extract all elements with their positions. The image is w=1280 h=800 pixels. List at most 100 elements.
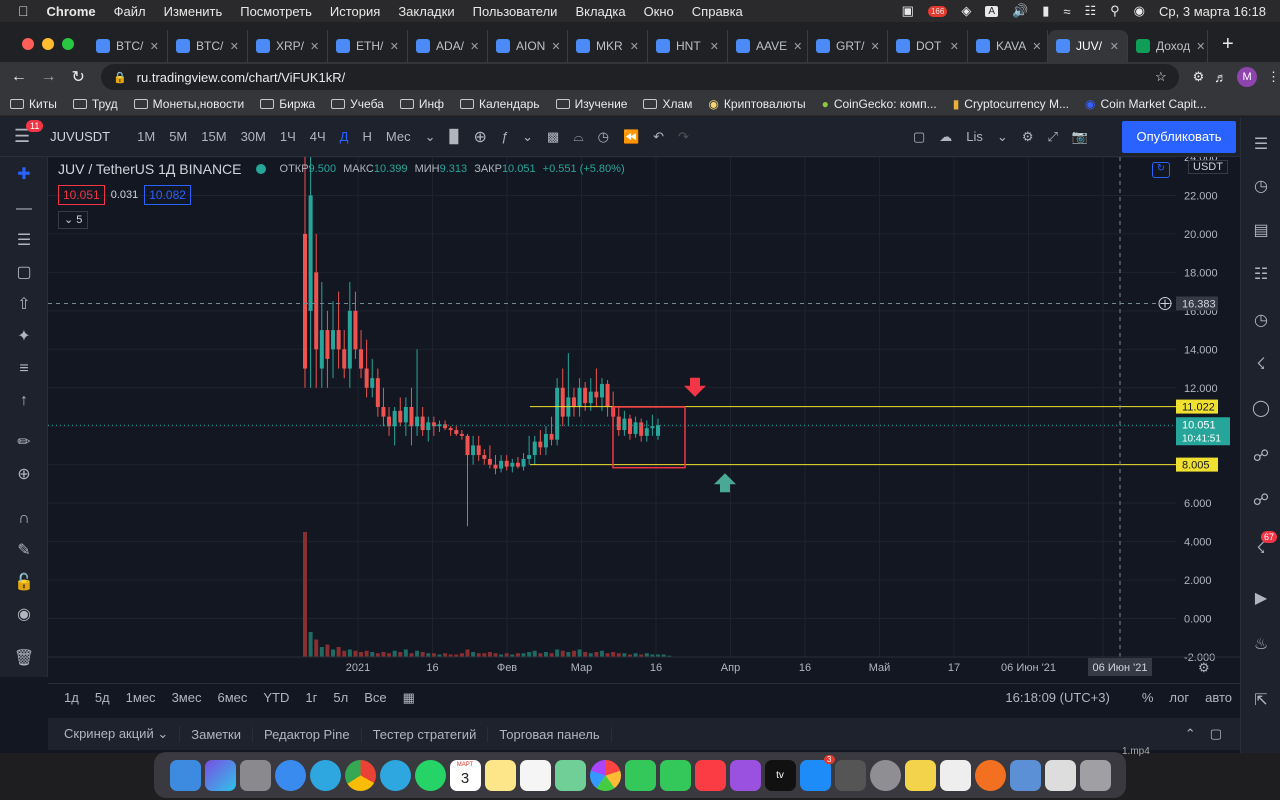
tab-pine-editor[interactable]: Редактор Pine xyxy=(253,726,362,742)
tab-1[interactable]: BTC/ ✕ xyxy=(168,30,248,62)
chrome-menu-icon[interactable]: ⋮ xyxy=(1267,69,1280,85)
close-tab-icon[interactable]: ✕ xyxy=(551,40,560,53)
pattern-icon[interactable]: ⇧ xyxy=(12,293,36,317)
close-tab-icon[interactable]: ✕ xyxy=(710,40,719,53)
facetime-icon[interactable] xyxy=(659,759,691,791)
chrome-icon[interactable] xyxy=(344,759,376,791)
bookmark-folder[interactable]: Хлам xyxy=(643,97,692,111)
notifications-icon[interactable]: ☇ 67 xyxy=(1249,531,1278,561)
clock-time[interactable]: 16:18:09 (UTC+3) xyxy=(997,690,1117,705)
bookmark-link[interactable]: ▮ Cryptocurrency M... xyxy=(953,97,1069,111)
watchlist-icon[interactable]: ☰ xyxy=(1249,133,1273,157)
fullscreen-layout-icon[interactable]: ▢ xyxy=(906,129,932,145)
tab-6[interactable]: MKR ✕ xyxy=(568,30,648,62)
compare-add-icon[interactable]: ⊕ xyxy=(467,127,494,147)
bookmark-folder[interactable]: Монеты,новости xyxy=(133,97,244,111)
reminders-icon[interactable] xyxy=(519,759,551,791)
chevron-down-icon[interactable]: ⌄ xyxy=(515,129,540,145)
log-toggle[interactable]: лог xyxy=(1161,690,1197,705)
safari-icon[interactable] xyxy=(274,759,306,791)
calendar-icon[interactable]: ◷ xyxy=(1249,309,1273,333)
apple-icon[interactable]:  xyxy=(18,3,29,19)
close-tab-icon[interactable]: ✕ xyxy=(950,40,959,53)
calculator-icon[interactable] xyxy=(834,759,866,791)
camera-icon[interactable]: 📷 xyxy=(1065,129,1095,145)
arrow-up-icon[interactable]: ↑ xyxy=(12,389,36,413)
dropbox-icon[interactable]: ◈ xyxy=(961,3,971,19)
range-1[interactable]: 5д xyxy=(87,690,118,705)
alerts-clock-icon[interactable]: ◷ xyxy=(1249,175,1273,199)
interval-2[interactable]: 15М xyxy=(194,129,233,144)
alert-icon[interactable]: ◷ xyxy=(591,129,616,145)
lock-icon[interactable]: 🔓 xyxy=(12,571,36,595)
tab-trading-panel[interactable]: Торговая панель xyxy=(488,726,612,742)
profile-avatar[interactable]: M xyxy=(1237,67,1258,87)
menu-bookmarks[interactable]: Закладки xyxy=(398,4,454,19)
chevron-up-icon[interactable]: ⌃ xyxy=(1185,726,1210,742)
close-tab-icon[interactable]: ✕ xyxy=(310,40,319,53)
input-source-icon[interactable]: A xyxy=(985,5,998,17)
indicators-fx-icon[interactable]: ƒ xyxy=(494,129,515,144)
tab-12[interactable]: JUV/ ✕ xyxy=(1048,30,1128,62)
close-tab-icon[interactable]: ✕ xyxy=(470,40,479,53)
zoom-icon[interactable]: ⊕ xyxy=(12,463,36,487)
replay-icon[interactable]: ⏪ xyxy=(616,129,646,145)
close-tab-icon[interactable]: ✕ xyxy=(793,40,802,53)
tab-3[interactable]: ETH/ ✕ xyxy=(328,30,408,62)
goto-date-icon[interactable]: ▦ xyxy=(395,690,423,706)
menu-view[interactable]: Посмотреть xyxy=(240,4,312,19)
close-tab-icon[interactable]: ✕ xyxy=(630,40,639,53)
tab-13[interactable]: Доход ✕ xyxy=(1128,30,1208,62)
private-chat-icon[interactable]: ☍ xyxy=(1249,489,1273,513)
redo-icon[interactable]: ↷ xyxy=(671,129,696,145)
range-7[interactable]: 5л xyxy=(325,690,356,705)
sell-price[interactable]: 10.051 xyxy=(58,185,105,205)
preview-icon[interactable] xyxy=(1009,759,1041,791)
chat-icon[interactable]: ☍ xyxy=(1249,445,1273,469)
hotlist-icon[interactable]: ☷ xyxy=(1249,263,1273,287)
symbol-search[interactable]: JUVUSDT xyxy=(50,129,130,144)
notification-badge[interactable]: 166 xyxy=(927,5,948,17)
photos-icon[interactable] xyxy=(589,759,621,791)
close-tab-icon[interactable]: ✕ xyxy=(230,40,239,53)
telegram-alt-icon[interactable] xyxy=(379,759,411,791)
maximize-panel-icon[interactable]: ▢ xyxy=(1210,726,1240,742)
bookmark-folder[interactable]: Изучение xyxy=(555,97,627,111)
menu-window[interactable]: Окно xyxy=(644,4,674,19)
menu-file[interactable]: Файл xyxy=(114,4,146,19)
pane-toggle-icon[interactable]: ⇱ xyxy=(1249,689,1273,713)
apple-tv-icon[interactable]: tv xyxy=(764,759,796,791)
trendline-icon[interactable]: — xyxy=(12,197,36,221)
app-store-icon[interactable]: 3 xyxy=(799,754,835,791)
templates-icon[interactable]: ⌓ xyxy=(566,129,590,145)
market-status-dot[interactable] xyxy=(255,164,266,174)
hamburger-menu-icon[interactable]: ☰ 11 xyxy=(14,120,44,147)
tab-4[interactable]: ADA/ ✕ xyxy=(408,30,488,62)
publish-button[interactable]: Опубликовать xyxy=(1122,120,1236,153)
auto-toggle[interactable]: авто xyxy=(1197,690,1240,705)
maps-icon[interactable] xyxy=(554,759,586,791)
menu-people[interactable]: Пользователи xyxy=(473,4,558,19)
eye-icon[interactable]: ◉ xyxy=(12,603,36,627)
rectangle-icon[interactable]: ▢ xyxy=(12,261,36,285)
tab-notes[interactable]: Заметки xyxy=(180,726,253,742)
bookmark-folder[interactable]: Труд xyxy=(72,97,118,111)
messages-icon[interactable] xyxy=(624,759,656,791)
buy-price[interactable]: 10.082 xyxy=(144,185,191,205)
menu-help[interactable]: Справка xyxy=(692,4,743,19)
tab-5[interactable]: AION ✕ xyxy=(488,30,568,62)
close-tab-icon[interactable]: ✕ xyxy=(390,40,399,53)
minimize-window-button[interactable] xyxy=(42,38,54,50)
forward-button[interactable]: → xyxy=(34,68,64,86)
tab-0[interactable]: BTC/ ✕ xyxy=(88,30,168,62)
new-tab-button[interactable]: + xyxy=(1222,33,1234,56)
interval-8[interactable]: Мес xyxy=(379,129,418,144)
tab-10[interactable]: DOT ✕ xyxy=(888,30,968,62)
battery-icon[interactable]: ▮ xyxy=(1042,3,1049,19)
podcasts-icon[interactable] xyxy=(729,759,761,791)
bell-icon[interactable]: ♨ xyxy=(1249,633,1273,657)
percent-toggle[interactable]: % xyxy=(1134,690,1162,705)
tab-stock-screener[interactable]: Скринер акций ⌄ xyxy=(48,726,181,742)
vpn-icon[interactable] xyxy=(974,759,1006,791)
calendar-app-icon[interactable]: МАРТ 3 xyxy=(449,759,481,791)
